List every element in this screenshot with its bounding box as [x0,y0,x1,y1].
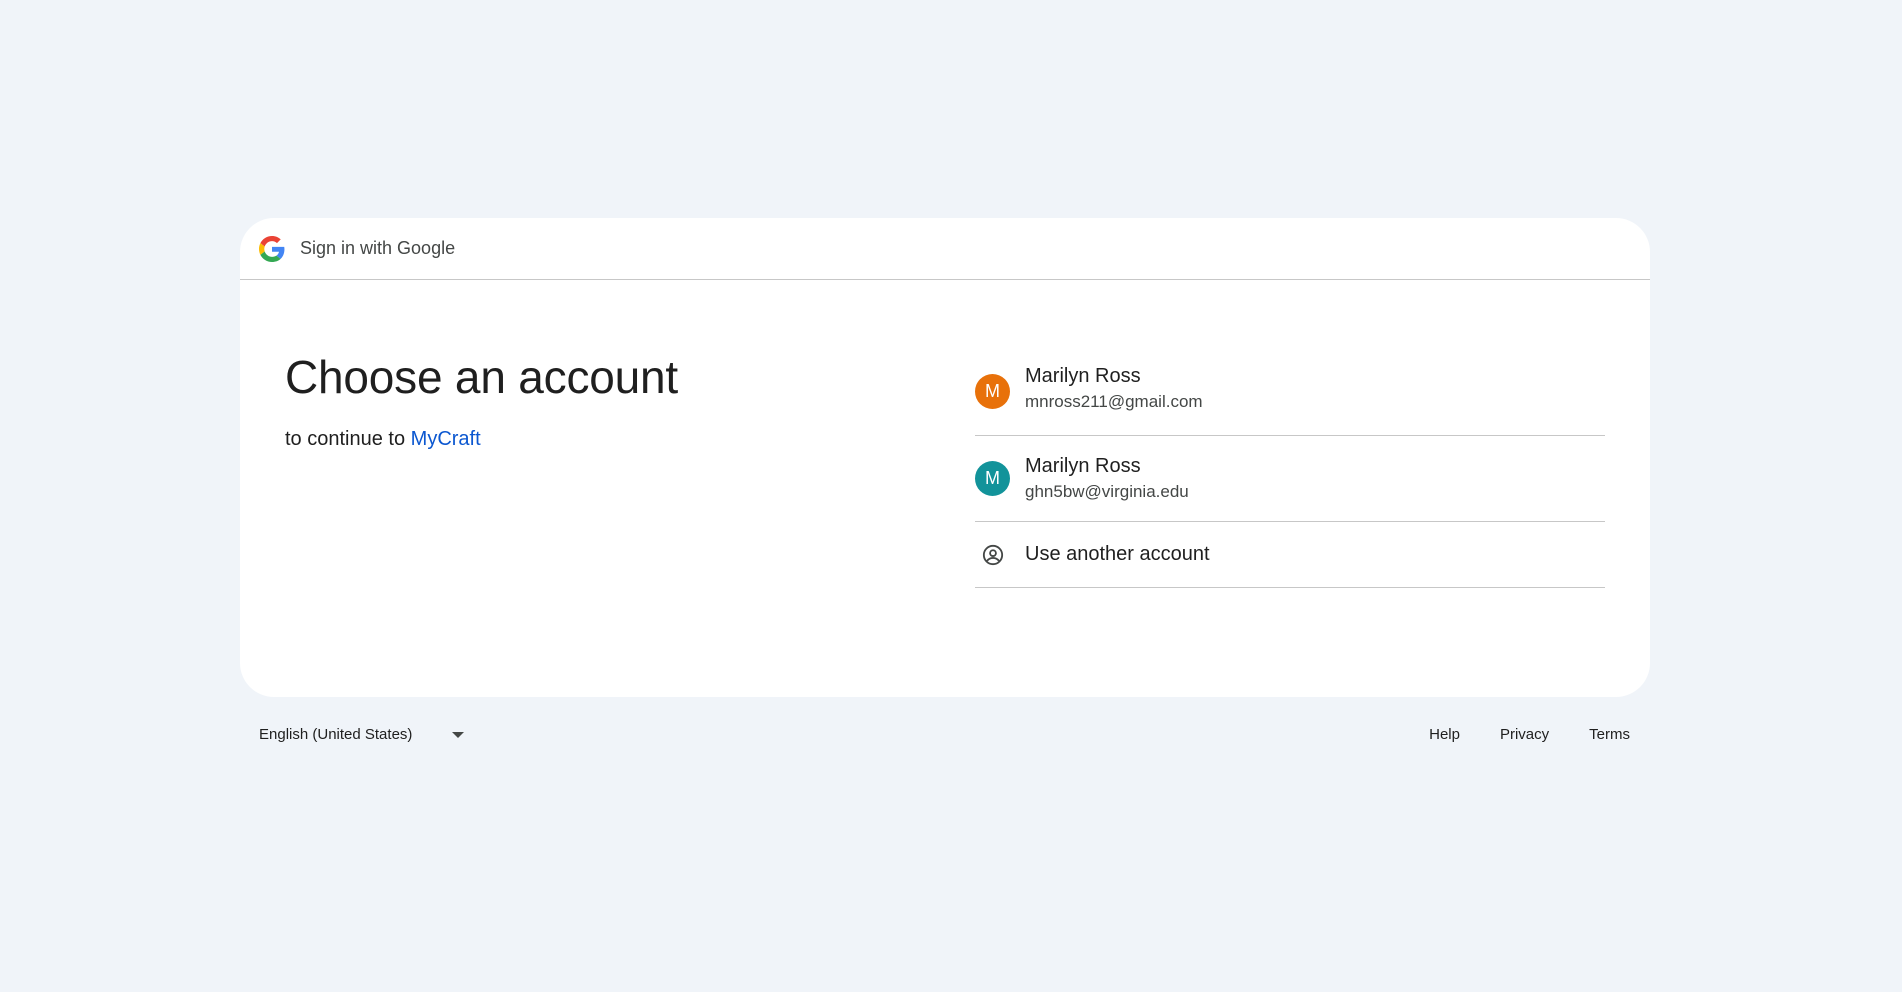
card-header: Sign in with Google [240,218,1650,280]
header-title: Sign in with Google [300,238,456,258]
left-pane: Choose an account to continue to MyCraft [285,354,678,451]
account-name: Marilyn Ross [1025,365,1141,387]
account-email: mnross211@gmail.com [1025,392,1203,411]
account-text: Marilyn Ross mnross211@gmail.com [1025,364,1203,413]
google-g-icon [259,235,285,262]
subtitle: to continue to MyCraft [285,428,678,451]
page-title: Choose an account [285,351,678,403]
use-another-account-label: Use another account [1025,543,1210,565]
use-another-account-button[interactable]: Use another account [975,522,1605,588]
account-circle-icon [975,537,1010,572]
app-name-link[interactable]: MyCraft [411,428,481,450]
caret-down-icon [452,731,465,738]
footer-links: Help Privacy Terms [1429,726,1630,743]
account-item[interactable]: M Marilyn Ross mnross211@gmail.com [975,364,1605,436]
avatar: M [975,374,1010,409]
account-list: M Marilyn Ross mnross211@gmail.com M Mar… [975,364,1605,588]
help-link[interactable]: Help [1429,726,1460,743]
privacy-link[interactable]: Privacy [1500,726,1549,743]
subtitle-prefix: to continue to [285,428,406,450]
language-select[interactable]: English (United States) [259,726,465,743]
account-name: Marilyn Ross [1025,455,1141,477]
footer: English (United States) Help Privacy Ter… [240,726,1650,746]
account-item[interactable]: M Marilyn Ross ghn5bw@virginia.edu [975,436,1605,522]
account-text: Marilyn Ross ghn5bw@virginia.edu [1025,454,1189,503]
sign-in-card: Sign in with Google Choose an account to… [240,218,1650,697]
account-email: ghn5bw@virginia.edu [1025,482,1189,501]
language-label: English (United States) [259,726,413,743]
terms-link[interactable]: Terms [1589,726,1630,743]
avatar: M [975,461,1010,496]
